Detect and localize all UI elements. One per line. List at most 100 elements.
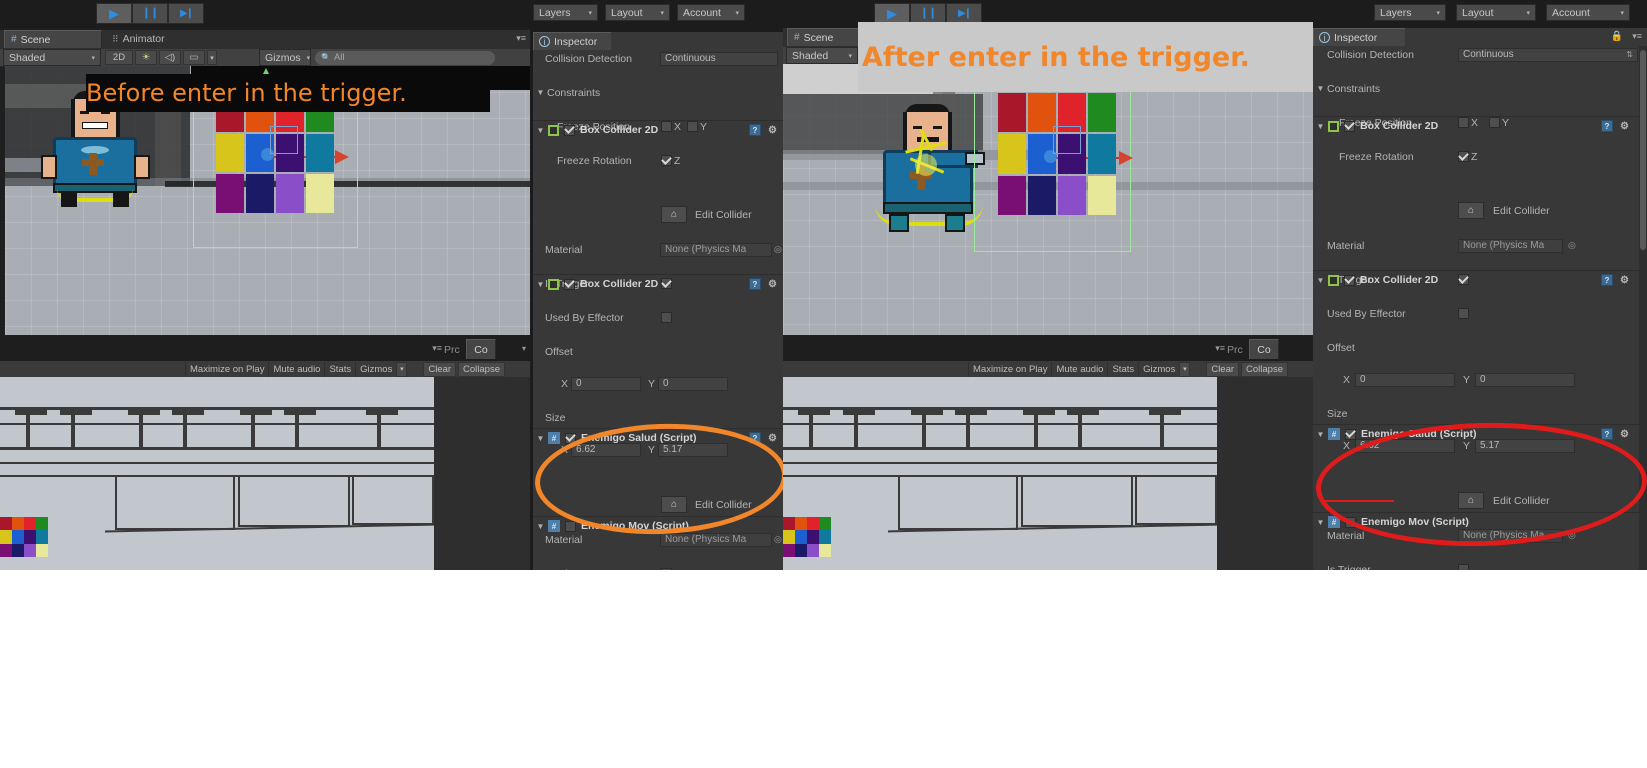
material-row-1-left[interactable]: Material None (Physics Ma ◎ [533, 241, 783, 258]
collision-detection-row-left[interactable]: Collision Detection Continuous [533, 50, 783, 67]
stats-left[interactable]: Stats [324, 361, 355, 377]
tab-console-right[interactable]: Co [1249, 339, 1279, 359]
play-icon-right[interactable]: ▶ [874, 3, 910, 24]
game-view-right[interactable] [783, 377, 1217, 570]
audio-icon[interactable]: ◁) [159, 50, 181, 65]
enemigo-mov-header-left[interactable]: ▼ # Enemigo Mov (Script) [533, 516, 783, 535]
box-collider-2-header-left[interactable]: ▼ Box Collider 2D ? ⚙ [533, 274, 783, 293]
is-trigger-row-2-left[interactable]: Is Trigger [533, 565, 783, 570]
offset-x-field-1-right[interactable]: 0 [1355, 372, 1455, 387]
tab-inspector-right[interactable]: i Inspector [1313, 28, 1405, 46]
box-collider-2-enabled-right[interactable] [1344, 274, 1355, 286]
help-icon-bc1-left[interactable]: ? [749, 124, 761, 136]
collision-detection-row-right[interactable]: Collision Detection Continuous ⇅ [1313, 46, 1639, 63]
inspector-scrollbar-right[interactable] [1639, 46, 1647, 570]
material-row-1-right[interactable]: Material None (Physics Ma ◎ [1313, 237, 1639, 254]
box-collider-1-enabled-right[interactable] [1344, 120, 1355, 132]
maximize-on-play-left[interactable]: Maximize on Play [185, 361, 268, 377]
material-field-1-left[interactable]: None (Physics Ma [660, 242, 772, 257]
help-icon-salud-right[interactable]: ? [1601, 428, 1613, 440]
constraints-foldout-right[interactable]: ▼ Constraints [1313, 80, 1639, 97]
stats-right[interactable]: Stats [1107, 361, 1138, 377]
is-trigger-checkbox-2-left[interactable] [661, 568, 672, 570]
effects-icon[interactable]: ▭ [183, 50, 205, 65]
edit-collider-button-2-right[interactable]: ⌂ [1458, 492, 1484, 509]
enemigo-salud-enabled-left[interactable] [565, 432, 576, 444]
console-collapse-right[interactable]: Collapse [1241, 361, 1288, 377]
play-icon[interactable]: ▶ [96, 3, 132, 24]
top-right-buttons-left[interactable]: Layers ▾ Layout ▾ Account ▾ [533, 4, 745, 21]
tab-animator[interactable]: ⠿ Animator [106, 30, 174, 48]
shading-mode-dropdown[interactable]: Shaded ▾ [3, 49, 101, 66]
material-field-1-right[interactable]: None (Physics Ma [1458, 238, 1563, 253]
material-picker-icon-2-right[interactable]: ◎ [1568, 530, 1576, 541]
account-dropdown-right[interactable]: Account ▾ [1546, 4, 1630, 21]
game-view-left[interactable] [0, 377, 434, 570]
enemigo-salud-header-left[interactable]: ▼ # Enemigo Salud (Script) ? ⚙ [533, 428, 783, 447]
gear-icon-bc2-right[interactable]: ⚙ [1620, 275, 1629, 286]
gizmos-dropdown-left[interactable]: ▾ [396, 361, 408, 377]
scene-view-right[interactable] [783, 64, 1313, 335]
freeze-rotation-z-checkbox-left[interactable] [661, 155, 672, 166]
lock-icon-right[interactable]: 🔒 [1611, 31, 1623, 42]
is-trigger-row-2-right[interactable]: Is Trigger [1313, 561, 1639, 570]
material-picker-icon-2-left[interactable]: ◎ [774, 534, 782, 545]
step-icon[interactable]: ▶❙ [168, 3, 204, 24]
material-picker-icon-1-right[interactable]: ◎ [1568, 240, 1576, 251]
help-icon-salud-left[interactable]: ? [749, 432, 761, 444]
edit-collider-button-2-left[interactable]: ⌂ [661, 496, 687, 513]
is-trigger-checkbox-2-right[interactable] [1458, 564, 1469, 570]
box-collider-1-header-left[interactable]: ▼ Box Collider 2D ? ⚙ [533, 120, 783, 139]
pause-icon-right[interactable]: ❙❙ [910, 3, 946, 24]
box-collider-1-enabled-left[interactable] [564, 124, 575, 136]
maximize-on-play-right[interactable]: Maximize on Play [968, 361, 1051, 377]
box-collider-1-header-right[interactable]: ▼ Box Collider 2D ? ⚙ [1313, 116, 1639, 135]
tab-project-left[interactable]: Prc [438, 341, 469, 359]
gear-icon-bc2-left[interactable]: ⚙ [768, 279, 777, 290]
gear-icon-bc1-left[interactable]: ⚙ [768, 125, 777, 136]
edit-collider-row-2-left[interactable]: ⌂ Edit Collider [533, 496, 783, 513]
toggle-2d[interactable]: 2D [105, 50, 133, 65]
freeze-rotation-row-right[interactable]: Freeze Rotation Z [1313, 148, 1639, 165]
layers-dropdown-left[interactable]: Layers ▾ [533, 4, 598, 21]
help-icon-bc2-left[interactable]: ? [749, 278, 761, 290]
help-icon-bc1-right[interactable]: ? [1601, 120, 1613, 132]
playback-controls-right[interactable]: ▶ ❙❙ ▶❙ [874, 3, 982, 24]
account-dropdown-left[interactable]: Account ▾ [677, 4, 745, 21]
used-by-effector-row-1-left[interactable]: Used By Effector [533, 309, 783, 326]
gizmos-dropdown[interactable]: Gizmos ▾ [259, 49, 311, 66]
left-tab-menu-icon[interactable]: ▾≡ [516, 33, 526, 44]
console-clear-right[interactable]: Clear [1206, 361, 1240, 377]
used-by-effector-row-1-right[interactable]: Used By Effector [1313, 305, 1639, 322]
gear-icon-bc1-right[interactable]: ⚙ [1620, 121, 1629, 132]
inspector-right[interactable]: i Inspector 🔒 ▾≡ Collision Detection Con… [1313, 28, 1647, 570]
step-icon-right[interactable]: ▶❙ [946, 3, 982, 24]
offset-xy-row-1-right[interactable]: X 0 Y 0 [1313, 371, 1639, 388]
playback-controls[interactable]: ▶ ❙❙ ▶❙ [96, 3, 204, 24]
gear-icon-salud-left[interactable]: ⚙ [768, 433, 777, 444]
material-picker-icon-1-left[interactable]: ◎ [774, 244, 782, 255]
edit-collider-row-1-left[interactable]: ⌂ Edit Collider [533, 206, 783, 223]
pause-icon[interactable]: ❙❙ [132, 3, 168, 24]
enemigo-mov-enabled-left[interactable] [565, 520, 576, 532]
inspector-scroll-thumb-right[interactable] [1640, 50, 1646, 250]
layout-dropdown-left[interactable]: Layout ▾ [605, 4, 670, 21]
mute-audio-right[interactable]: Mute audio [1051, 361, 1107, 377]
tab-console-left[interactable]: Co [466, 339, 496, 359]
freeze-rotation-row-left[interactable]: Freeze Rotation Z [533, 152, 783, 169]
left-console-caret[interactable]: ▾ [522, 344, 526, 353]
gizmos-right[interactable]: Gizmos [1138, 361, 1179, 377]
used-by-effector-checkbox-1-left[interactable] [661, 312, 672, 323]
top-right-buttons-right[interactable]: Layers ▾ Layout ▾ Account ▾ [1374, 4, 1630, 21]
inspector-menu-icon-right[interactable]: ▾≡ [1632, 31, 1642, 42]
layers-dropdown-right[interactable]: Layers ▾ [1374, 4, 1446, 21]
mute-audio-left[interactable]: Mute audio [268, 361, 324, 377]
box-collider-2-enabled-left[interactable] [564, 278, 575, 290]
edit-collider-button-1-left[interactable]: ⌂ [661, 206, 687, 223]
enemigo-mov-header-right[interactable]: ▼ # Enemigo Mov (Script) [1313, 512, 1639, 531]
console-collapse-left[interactable]: Collapse [458, 361, 505, 377]
gizmos-left[interactable]: Gizmos [355, 361, 396, 377]
collision-detection-dropdown-right[interactable]: Continuous ⇅ [1458, 47, 1638, 62]
edit-collider-row-1-right[interactable]: ⌂ Edit Collider [1313, 202, 1639, 219]
tab-scene-right[interactable]: # Scene [787, 28, 859, 46]
